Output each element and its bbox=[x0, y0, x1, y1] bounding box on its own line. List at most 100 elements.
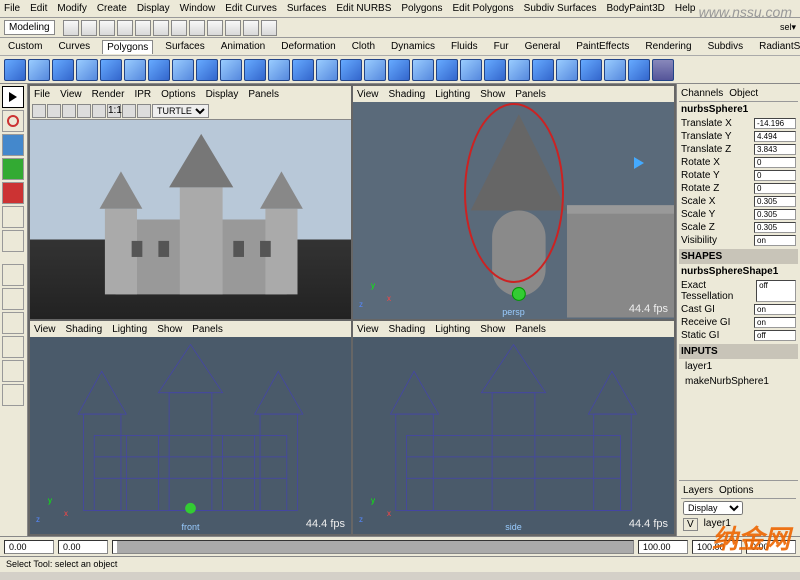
menu-edit-nurbs[interactable]: Edit NURBS bbox=[336, 3, 391, 14]
shelf-tab[interactable]: Dynamics bbox=[387, 40, 439, 53]
time-track[interactable] bbox=[112, 540, 634, 554]
shelf-tab[interactable]: PaintEffects bbox=[572, 40, 633, 53]
attr-value[interactable]: on bbox=[754, 317, 796, 328]
time-start[interactable]: 0.00 bbox=[4, 540, 54, 554]
layer-mode-select[interactable]: Display bbox=[683, 501, 743, 515]
status-icon[interactable] bbox=[99, 20, 115, 36]
status-icon[interactable] bbox=[243, 20, 259, 36]
shelf-tab[interactable]: Deformation bbox=[277, 40, 339, 53]
node-name[interactable]: nurbsSphere1 bbox=[679, 102, 798, 117]
layout-single[interactable] bbox=[2, 264, 24, 286]
shelf-button[interactable] bbox=[268, 59, 290, 81]
menu-edit-curves[interactable]: Edit Curves bbox=[225, 3, 277, 14]
vp-btn[interactable] bbox=[32, 104, 46, 118]
shelf-button[interactable] bbox=[124, 59, 146, 81]
shelf-tab[interactable]: Cloth bbox=[348, 40, 379, 53]
attr-value[interactable]: 3.843 bbox=[754, 144, 796, 155]
rotate-tool[interactable] bbox=[2, 158, 24, 180]
vp-btn[interactable] bbox=[122, 104, 136, 118]
shelf-button[interactable] bbox=[100, 59, 122, 81]
menu-surfaces[interactable]: Surfaces bbox=[287, 3, 326, 14]
status-icon[interactable] bbox=[63, 20, 79, 36]
layout-outliner[interactable] bbox=[2, 360, 24, 382]
viewport-top-right[interactable]: ViewShadingLightingShowPanels z persp 44… bbox=[353, 86, 674, 319]
shelf-button[interactable] bbox=[604, 59, 626, 81]
attr-value[interactable]: off bbox=[754, 330, 796, 341]
attr-value[interactable]: on bbox=[754, 304, 796, 315]
shelf-button[interactable] bbox=[436, 59, 458, 81]
input-node[interactable]: makeNurbSphere1 bbox=[679, 374, 798, 389]
shelf-button[interactable] bbox=[4, 59, 26, 81]
shelf-button[interactable] bbox=[52, 59, 74, 81]
shelf-button[interactable] bbox=[460, 59, 482, 81]
shelf-tab[interactable]: Fluids bbox=[447, 40, 482, 53]
attr-value[interactable]: 0 bbox=[754, 157, 796, 168]
shelf-tab[interactable]: Rendering bbox=[641, 40, 695, 53]
layout-two-h[interactable] bbox=[2, 312, 24, 334]
object-tab[interactable]: Object bbox=[729, 88, 758, 99]
menu-help[interactable]: Help bbox=[675, 3, 696, 14]
menu-bodypaint[interactable]: BodyPaint3D bbox=[607, 3, 665, 14]
shape-name[interactable]: nurbsSphereShape1 bbox=[679, 264, 798, 279]
lasso-tool[interactable] bbox=[2, 110, 24, 132]
shelf-button[interactable] bbox=[340, 59, 362, 81]
input-node[interactable]: layer1 bbox=[679, 359, 798, 374]
status-icon[interactable] bbox=[207, 20, 223, 36]
shelf-button[interactable] bbox=[28, 59, 50, 81]
shelf-button[interactable] bbox=[220, 59, 242, 81]
vp-btn[interactable] bbox=[62, 104, 76, 118]
shelf-button[interactable] bbox=[556, 59, 578, 81]
shelf-button[interactable] bbox=[628, 59, 650, 81]
status-icon[interactable] bbox=[117, 20, 133, 36]
move-tool[interactable] bbox=[2, 134, 24, 156]
vp-btn[interactable] bbox=[47, 104, 61, 118]
show-manip-tool[interactable] bbox=[2, 206, 24, 228]
shelf-button[interactable] bbox=[148, 59, 170, 81]
status-icon[interactable] bbox=[81, 20, 97, 36]
menu-edit-polygons[interactable]: Edit Polygons bbox=[453, 3, 514, 14]
attr-value[interactable]: 0 bbox=[754, 183, 796, 194]
vp-btn[interactable] bbox=[92, 104, 106, 118]
attr-value[interactable]: 4.494 bbox=[754, 131, 796, 142]
time-slider[interactable]: 0.00 0.00 100.00 100.00 0.00 bbox=[0, 536, 800, 556]
shelf-button[interactable] bbox=[484, 59, 506, 81]
viewport-bottom-left[interactable]: ViewShadingLightingShowPanels z front 44… bbox=[30, 321, 351, 534]
last-tool[interactable] bbox=[2, 230, 24, 252]
attr-value[interactable]: 0.305 bbox=[754, 222, 796, 233]
shelf-button[interactable] bbox=[412, 59, 434, 81]
shelf-button[interactable] bbox=[388, 59, 410, 81]
shelf-tab[interactable]: General bbox=[521, 40, 565, 53]
menu-modify[interactable]: Modify bbox=[57, 3, 86, 14]
layout-hypershade[interactable] bbox=[2, 384, 24, 406]
attr-value[interactable]: off bbox=[756, 280, 796, 302]
status-icon[interactable] bbox=[153, 20, 169, 36]
shelf-button[interactable] bbox=[508, 59, 530, 81]
shelf-button[interactable] bbox=[532, 59, 554, 81]
renderer-select[interactable]: TURTLE bbox=[152, 104, 209, 118]
shelf-button[interactable] bbox=[364, 59, 386, 81]
status-icon[interactable] bbox=[171, 20, 187, 36]
shelf-button[interactable] bbox=[292, 59, 314, 81]
menu-edit[interactable]: Edit bbox=[30, 3, 47, 14]
shelf-tab[interactable]: RadiantSquare bbox=[755, 40, 800, 53]
layout-two-v[interactable] bbox=[2, 336, 24, 358]
shelf-tab[interactable]: Animation bbox=[217, 40, 269, 53]
attr-value[interactable]: 0 bbox=[754, 170, 796, 181]
shelf-button[interactable] bbox=[316, 59, 338, 81]
status-icon[interactable] bbox=[189, 20, 205, 36]
shelf-tab[interactable]: Custom bbox=[4, 40, 46, 53]
attr-value[interactable]: on bbox=[754, 235, 796, 246]
shelf-tab[interactable]: Fur bbox=[490, 40, 513, 53]
vp-btn[interactable]: 1:1 bbox=[107, 104, 121, 118]
attr-value[interactable]: 0.305 bbox=[754, 209, 796, 220]
vp-btn[interactable] bbox=[137, 104, 151, 118]
scale-tool[interactable] bbox=[2, 182, 24, 204]
layout-four[interactable] bbox=[2, 288, 24, 310]
time-end[interactable]: 0.00 bbox=[58, 540, 108, 554]
attr-value[interactable]: -14.196 bbox=[754, 118, 796, 129]
shelf-button[interactable] bbox=[196, 59, 218, 81]
status-icon[interactable] bbox=[225, 20, 241, 36]
viewport-bottom-right[interactable]: ViewShadingLightingShowPanels z side 44.… bbox=[353, 321, 674, 534]
menu-polygons[interactable]: Polygons bbox=[401, 3, 442, 14]
shelf-tab[interactable]: Curves bbox=[54, 40, 94, 53]
